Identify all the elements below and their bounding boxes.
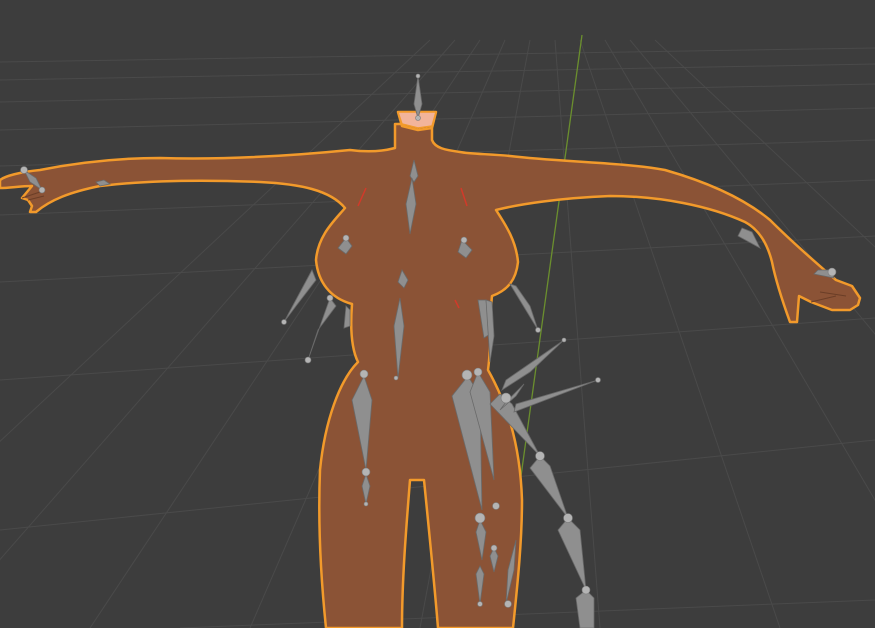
bone-side-left-1[interactable] [283,269,317,323]
bone-side-right-1[interactable] [509,283,539,331]
bone-tail-3[interactable] [557,517,587,591]
bone-tail-4[interactable] [575,589,595,628]
body-silhouette[interactable] [0,110,862,628]
bone-tail-branch-2[interactable] [513,379,599,413]
3d-viewport[interactable] [0,0,875,628]
bone-tail-branch-1[interactable] [501,339,565,392]
bone-tail-2[interactable] [529,455,569,519]
bone-side-left-2[interactable] [307,297,337,361]
bone-side-left-3[interactable] [343,305,351,329]
body-mesh[interactable] [0,110,862,628]
